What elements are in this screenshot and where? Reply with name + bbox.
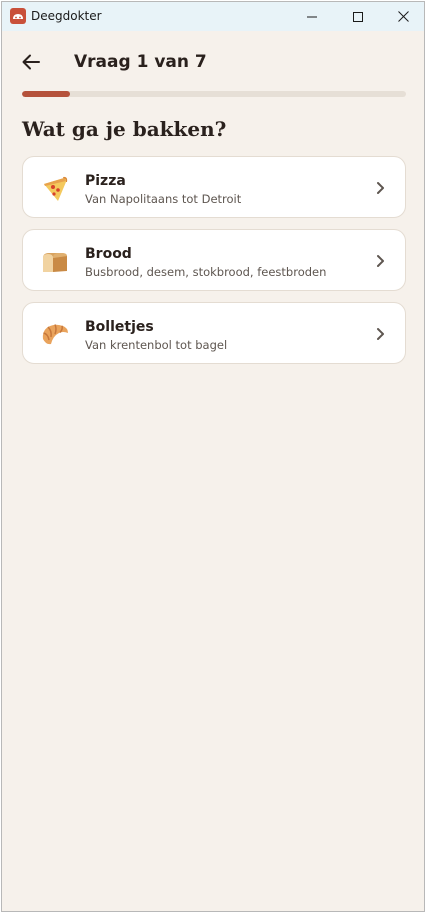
croissant-icon xyxy=(42,324,68,345)
question-heading: Wat ga je bakken? xyxy=(22,117,227,141)
option-title: Bolletjes xyxy=(85,319,154,335)
maximize-icon xyxy=(353,11,363,22)
app-logo-icon xyxy=(10,8,26,24)
option-card-brood[interactable]: Brood Busbrood, desem, stokbrood, feestb… xyxy=(22,229,406,291)
page-header: Vraag 1 van 7 xyxy=(2,31,424,91)
bread-icon xyxy=(43,253,67,272)
close-button[interactable] xyxy=(380,2,424,31)
back-button[interactable] xyxy=(16,47,46,77)
title-bar: Deegdokter xyxy=(2,2,424,31)
maximize-button[interactable] xyxy=(335,2,381,31)
close-icon xyxy=(397,11,409,22)
chevron-right-icon xyxy=(377,255,384,267)
app-window: Deegdokter Vraag 1 van 7 Wat ga je bakke… xyxy=(1,1,425,912)
pizza-icon xyxy=(44,176,68,201)
arrow-left-icon xyxy=(22,54,40,70)
option-subtitle: Van Napolitaans tot Detroit xyxy=(85,192,242,206)
page-title: Vraag 1 van 7 xyxy=(74,52,207,72)
window-title: Deegdokter xyxy=(31,9,102,23)
option-subtitle: Busbrood, desem, stokbrood, feestbroden xyxy=(85,265,327,279)
progress-bar xyxy=(22,91,406,97)
minimize-icon xyxy=(307,16,317,17)
chevron-right-icon xyxy=(377,182,384,194)
option-card-bolletjes[interactable]: Bolletjes Van krentenbol tot bagel xyxy=(22,302,406,364)
option-subtitle: Van krentenbol tot bagel xyxy=(85,338,228,352)
chevron-right-icon xyxy=(377,328,384,340)
option-title: Brood xyxy=(85,246,132,262)
option-card-pizza[interactable]: Pizza Van Napolitaans tot Detroit xyxy=(22,156,406,218)
option-title: Pizza xyxy=(85,173,126,189)
progress-fill xyxy=(22,91,70,97)
minimize-button[interactable] xyxy=(289,2,335,31)
